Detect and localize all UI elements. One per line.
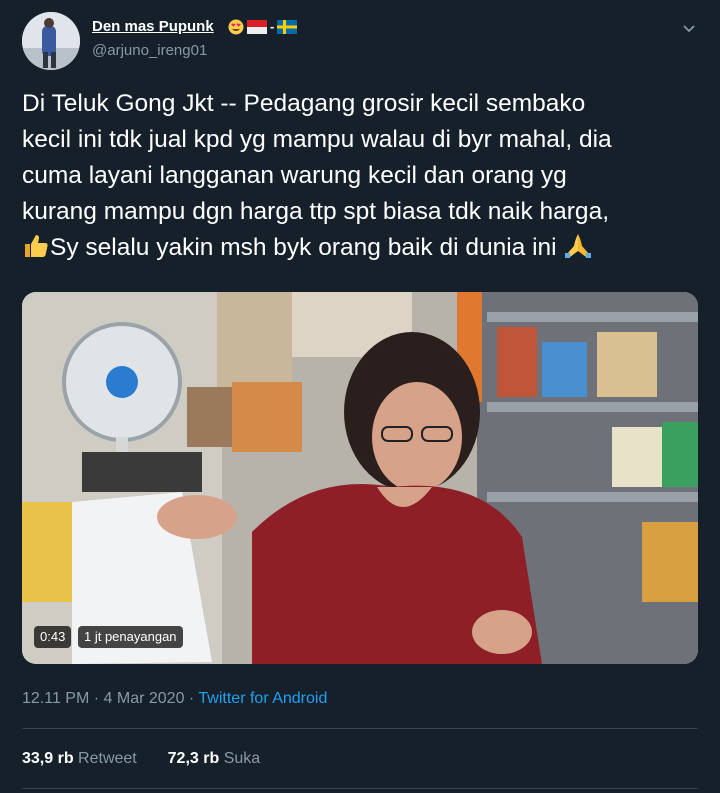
tweet-header: Den mas Pupunk - @arjuno_ireng01 bbox=[0, 0, 720, 80]
tweet-metadata: 12.11 PM · 4 Mar 2020 · Twitter for Andr… bbox=[22, 690, 327, 708]
tweet-date[interactable]: 4 Mar 2020 bbox=[104, 690, 185, 707]
smiling-face-heart-eyes-icon bbox=[228, 19, 244, 35]
display-name[interactable]: Den mas Pupunk bbox=[92, 18, 214, 35]
tweet-text-line: kurang mampu dgn harga ttp spt biasa tdk… bbox=[22, 198, 609, 225]
name-emojis: - bbox=[228, 19, 298, 35]
meta-separator: · bbox=[188, 690, 195, 707]
tweet-text: Di Teluk Gong Jkt -- Pedagang grosir kec… bbox=[22, 86, 702, 270]
retweet-stat[interactable]: 33,9 rb Retweet bbox=[22, 750, 137, 767]
video-player[interactable]: 0:43 1 jt penayangan bbox=[22, 292, 698, 664]
divider bbox=[22, 728, 698, 729]
video-views-badge: 1 jt penayangan bbox=[78, 626, 183, 648]
flag-indonesia-icon bbox=[247, 20, 267, 34]
tweet-text-line: Di Teluk Gong Jkt -- Pedagang grosir kec… bbox=[22, 90, 586, 117]
like-count: 72,3 rb bbox=[167, 750, 220, 767]
folded-hands-icon bbox=[563, 231, 593, 270]
engagement-stats: 33,9 rb Retweet 72,3 rb Suka bbox=[22, 750, 260, 768]
retweet-label: Retweet bbox=[78, 750, 137, 767]
retweet-count: 33,9 rb bbox=[22, 750, 74, 767]
tweet-time[interactable]: 12.11 PM bbox=[22, 690, 89, 707]
flag-sweden-icon bbox=[277, 20, 298, 34]
like-label: Suka bbox=[223, 750, 261, 767]
tweet-text-line: cuma layani langganan warung kecil dan o… bbox=[22, 162, 567, 189]
meta-separator: · bbox=[93, 690, 100, 707]
like-stat[interactable]: 72,3 rb Suka bbox=[168, 750, 261, 767]
thumbs-up-icon bbox=[22, 231, 50, 270]
divider bbox=[22, 788, 698, 789]
video-thumbnail bbox=[22, 292, 698, 664]
tweet-source-link[interactable]: Twitter for Android bbox=[198, 690, 327, 707]
tweet-text-line: kecil ini tdk jual kpd yg mampu walau di… bbox=[22, 126, 612, 153]
chevron-down-icon[interactable] bbox=[678, 18, 700, 40]
video-duration-badge: 0:43 bbox=[34, 626, 72, 648]
tweet-text-line: Sy selalu yakin msh byk orang baik di du… bbox=[50, 234, 557, 261]
user-handle[interactable]: @arjuno_ireng01 bbox=[92, 42, 207, 59]
avatar[interactable] bbox=[22, 12, 80, 70]
